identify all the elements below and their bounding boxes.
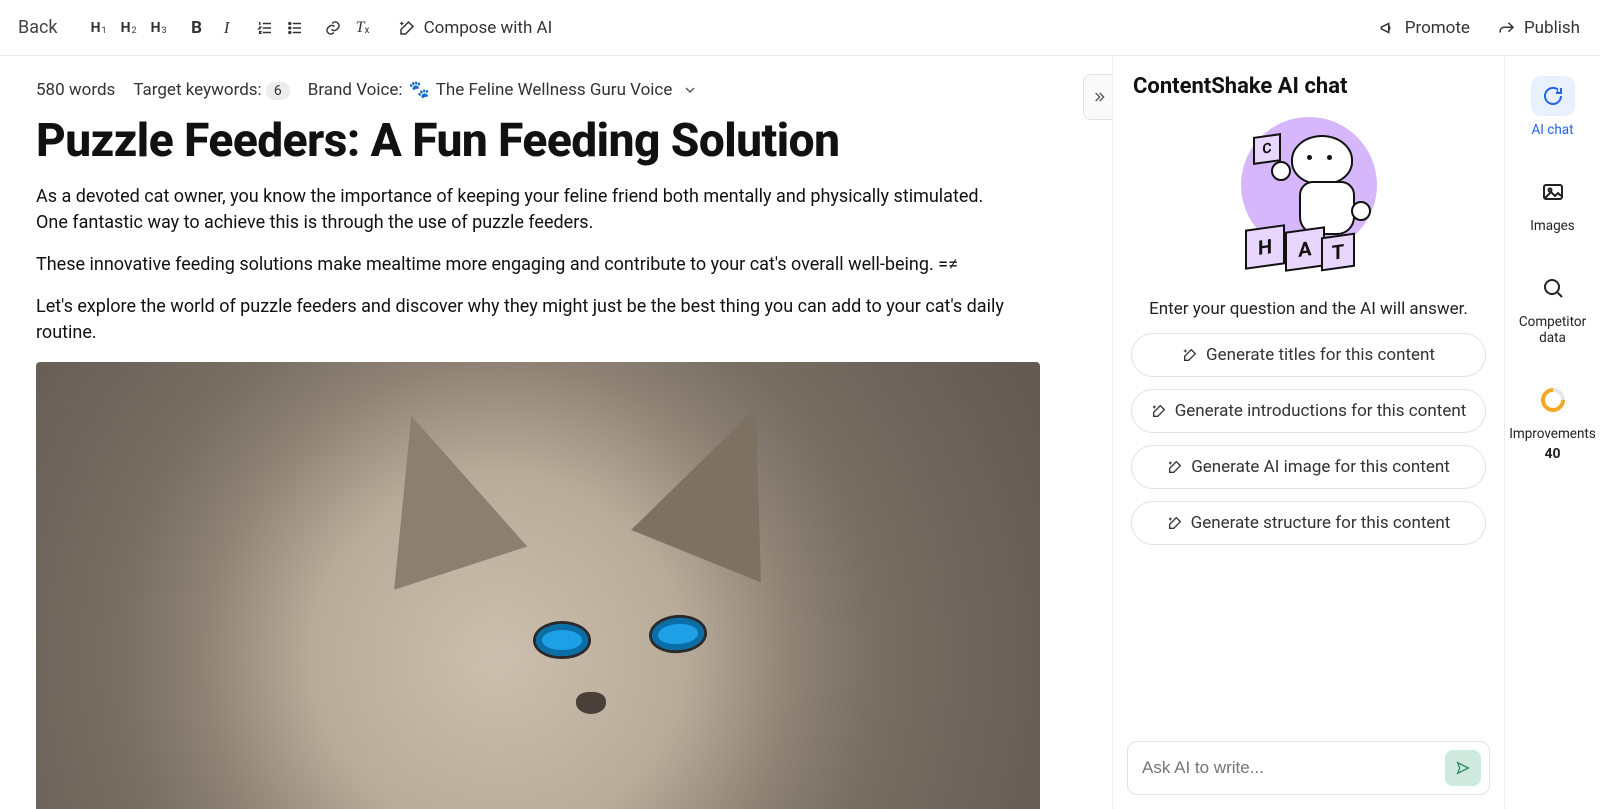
article-paragraph[interactable]: Let's explore the world of puzzle feeder… xyxy=(36,294,1016,346)
article-paragraph[interactable]: These innovative feeding solutions make … xyxy=(36,252,1016,278)
cube-a: A xyxy=(1285,226,1325,272)
article-hero-image[interactable] xyxy=(36,362,1040,809)
link-button[interactable] xyxy=(318,11,348,45)
chat-send-button[interactable] xyxy=(1445,750,1481,786)
suggestion-generate-structure[interactable]: Generate structure for this content xyxy=(1131,501,1486,545)
sparkle-pencil-icon xyxy=(1167,459,1183,475)
article-title[interactable]: Puzzle Feeders: A Fun Feeding Solution xyxy=(36,114,1076,168)
cube-h: H xyxy=(1245,224,1285,270)
publish-button[interactable]: Publish xyxy=(1484,18,1594,38)
improvements-count: 40 xyxy=(1544,446,1560,462)
target-keywords-badge: 6 xyxy=(266,82,290,100)
image-icon xyxy=(1541,180,1565,204)
back-button[interactable]: Back xyxy=(0,17,76,38)
rail-label: Improvements xyxy=(1509,426,1596,442)
refresh-ai-icon xyxy=(1541,84,1565,108)
style-group: B I xyxy=(182,11,242,45)
article-paragraph[interactable]: As a devoted cat owner, you know the imp… xyxy=(36,184,1016,236)
brand-voice-selector[interactable]: Brand Voice: 🐾 The Feline Wellness Guru … xyxy=(308,80,699,100)
target-keywords[interactable]: Target keywords: 6 xyxy=(133,80,289,100)
promote-label: Promote xyxy=(1405,18,1470,38)
paw-icon: 🐾 xyxy=(409,80,430,100)
sparkle-pencil-icon xyxy=(398,19,416,37)
suggestion-generate-titles[interactable]: Generate titles for this content xyxy=(1131,333,1486,377)
suggestion-label: Generate introductions for this content xyxy=(1175,401,1467,421)
rail-images[interactable]: Images xyxy=(1511,166,1595,240)
bold-button[interactable]: B xyxy=(182,11,212,45)
main-row: 580 words Target keywords: 6 Brand Voice… xyxy=(0,56,1600,809)
collapse-chat-handle[interactable] xyxy=(1083,74,1112,120)
compose-ai-button[interactable]: Compose with AI xyxy=(398,18,553,38)
brand-voice-value: The Feline Wellness Guru Voice xyxy=(436,80,673,100)
share-arrow-icon xyxy=(1498,19,1516,37)
rail-ai-chat[interactable]: AI chat xyxy=(1511,70,1595,144)
cube-t: T xyxy=(1321,233,1355,272)
suggestion-label: Generate structure for this content xyxy=(1191,513,1451,533)
target-keywords-label: Target keywords: xyxy=(133,80,261,100)
publish-label: Publish xyxy=(1524,18,1580,38)
chat-title: ContentShake AI chat xyxy=(1127,74,1490,99)
progress-ring-icon xyxy=(1536,383,1570,417)
sparkle-pencil-icon xyxy=(1151,403,1167,419)
rail-label: Competitor data xyxy=(1515,314,1591,346)
heading-group: H1 H2 H3 xyxy=(84,11,174,45)
chat-input-row xyxy=(1127,741,1490,795)
suggestion-label: Generate titles for this content xyxy=(1206,345,1435,365)
megaphone-icon xyxy=(1379,19,1397,37)
suggestion-label: Generate AI image for this content xyxy=(1191,457,1450,477)
chat-input[interactable] xyxy=(1142,758,1435,778)
italic-button[interactable]: I xyxy=(212,11,242,45)
h3-button[interactable]: H3 xyxy=(144,11,174,45)
rail-label: AI chat xyxy=(1531,122,1573,138)
unordered-list-button[interactable] xyxy=(280,11,310,45)
chat-prompt-text: Enter your question and the AI will answ… xyxy=(1127,299,1490,319)
editor-pane: 580 words Target keywords: 6 Brand Voice… xyxy=(0,56,1112,809)
editor-toolbar: Back H1 H2 H3 B I Tx Compose with AI Pro… xyxy=(0,0,1600,56)
meta-bar: 580 words Target keywords: 6 Brand Voice… xyxy=(36,80,1076,100)
link-group: Tx xyxy=(318,11,378,45)
right-rail: AI chat Images Competitor data Improveme… xyxy=(1504,56,1600,809)
ordered-list-button[interactable] xyxy=(250,11,280,45)
ai-chat-panel: ContentShake AI chat C H A T Enter your … xyxy=(1112,56,1504,809)
cube-c: C xyxy=(1253,133,1281,165)
h1-button[interactable]: H1 xyxy=(84,11,114,45)
suggestion-generate-ai-image[interactable]: Generate AI image for this content xyxy=(1131,445,1486,489)
compose-ai-label: Compose with AI xyxy=(424,18,553,38)
search-icon xyxy=(1541,276,1565,300)
h2-button[interactable]: H2 xyxy=(114,11,144,45)
suggestion-generate-introductions[interactable]: Generate introductions for this content xyxy=(1131,389,1486,433)
sparkle-pencil-icon xyxy=(1167,515,1183,531)
rail-competitor-data[interactable]: Competitor data xyxy=(1511,262,1595,352)
chevron-down-icon xyxy=(682,82,698,98)
word-count: 580 words xyxy=(36,80,115,100)
chevrons-right-icon xyxy=(1091,89,1107,105)
clear-format-button[interactable]: Tx xyxy=(348,11,378,45)
brand-voice-label: Brand Voice: xyxy=(308,80,403,100)
rail-improvements[interactable]: Improvements 40 xyxy=(1511,374,1595,468)
sparkle-pencil-icon xyxy=(1182,347,1198,363)
article-body[interactable]: As a devoted cat owner, you know the imp… xyxy=(36,184,1076,809)
list-group xyxy=(250,11,310,45)
promote-button[interactable]: Promote xyxy=(1365,18,1484,38)
chat-robot-illustration: C H A T xyxy=(1219,117,1399,287)
rail-label: Images xyxy=(1530,218,1575,234)
send-icon xyxy=(1455,760,1471,776)
